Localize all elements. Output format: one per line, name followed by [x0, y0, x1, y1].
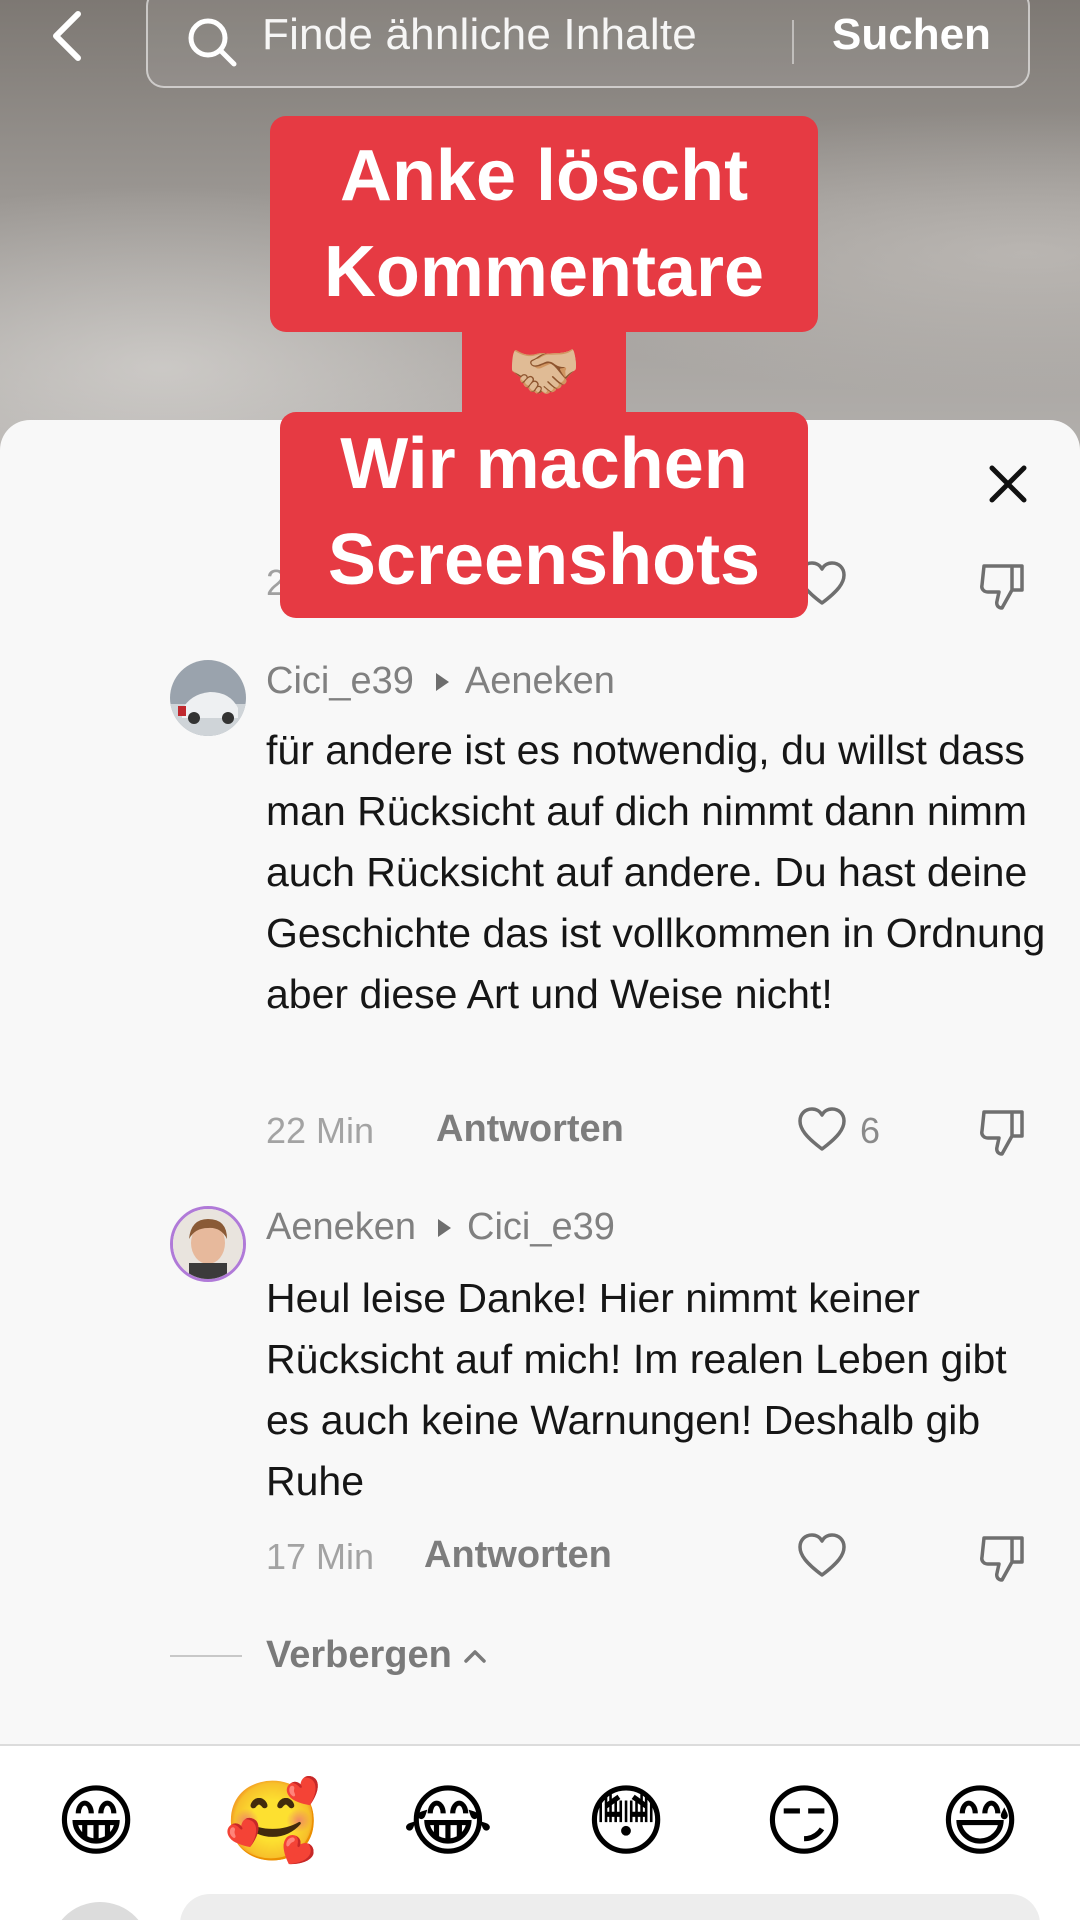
- search-icon: [188, 18, 237, 67]
- comment-time: 22 Min: [266, 1110, 375, 1151]
- emoji-smirk[interactable]: 😏: [758, 1776, 850, 1868]
- comment-reply-to[interactable]: Aeneken: [465, 660, 615, 703]
- back-button[interactable]: [40, 8, 96, 64]
- caption-banner-top: Anke löscht Kommentare: [270, 116, 818, 332]
- avatar[interactable]: [170, 660, 246, 736]
- comment-reply-to[interactable]: Cici_e39: [467, 1206, 615, 1249]
- comment-text: für andere ist es notwendig, du willst d…: [266, 727, 1046, 1017]
- comment-time: 17 Min: [266, 1536, 375, 1577]
- emoji-flushed[interactable]: 😳: [580, 1776, 672, 1868]
- emoji-sweat-smile[interactable]: 😅: [934, 1776, 1026, 1868]
- reply-arrow-icon: [435, 672, 449, 691]
- caption-line: Kommentare: [323, 232, 765, 312]
- chevron-up-icon: [464, 1649, 486, 1663]
- hide-divider: [170, 1654, 242, 1657]
- search-button[interactable]: Suchen: [832, 10, 991, 60]
- emoji-bar: 😁 🥰 😂 😳 😏 😅: [0, 1746, 1080, 1920]
- comment-input[interactable]: [180, 1894, 1040, 1920]
- like-count: 6: [860, 1110, 881, 1151]
- caption-line: Wir machen: [340, 424, 748, 504]
- comment-author[interactable]: Aeneken: [266, 1206, 416, 1249]
- avatar[interactable]: [170, 1206, 246, 1282]
- emoji-hearts[interactable]: 🥰: [224, 1776, 321, 1868]
- thumbs-down-icon[interactable]: [976, 1106, 1028, 1158]
- current-user-avatar: [50, 1902, 150, 1920]
- emoji-laugh[interactable]: 😂: [402, 1776, 494, 1868]
- search-bar[interactable]: Finde ähnliche Inhalte Suchen: [146, 0, 1030, 88]
- caption-line: Screenshots: [327, 520, 761, 600]
- thumbs-down-icon[interactable]: [976, 1532, 1028, 1584]
- search-divider: [792, 20, 794, 64]
- comment-author[interactable]: Cici_e39: [266, 660, 414, 703]
- close-icon[interactable]: [980, 456, 1036, 512]
- search-input[interactable]: Finde ähnliche Inhalte: [262, 10, 697, 60]
- comment-text: Heul leise Danke! Hier nimmt keiner Rück…: [266, 1275, 1007, 1504]
- handshake-emoji: 🤝🏼: [506, 338, 582, 405]
- chevron-left-icon: [53, 11, 81, 61]
- emoji-grin[interactable]: 😁: [50, 1776, 142, 1868]
- caption-banner-bottom: Wir machen Screenshots: [280, 412, 808, 618]
- comments-sheet: [0, 420, 1080, 1920]
- hide-replies-button[interactable]: Verbergen: [170, 1634, 490, 1677]
- reply-button[interactable]: Antworten: [436, 1108, 624, 1151]
- comment-names: Cici_e39 Aeneken: [266, 660, 615, 703]
- thumbs-down-icon[interactable]: [976, 560, 1028, 612]
- hide-label: Verbergen: [266, 1634, 452, 1676]
- heart-icon[interactable]: [796, 1530, 848, 1582]
- heart-icon[interactable]: [796, 1104, 848, 1156]
- reply-button[interactable]: Antworten: [424, 1534, 612, 1577]
- reply-arrow-icon: [438, 1218, 452, 1237]
- caption-line: Anke löscht: [339, 136, 749, 216]
- comment-names: Aeneken Cici_e39: [266, 1206, 615, 1249]
